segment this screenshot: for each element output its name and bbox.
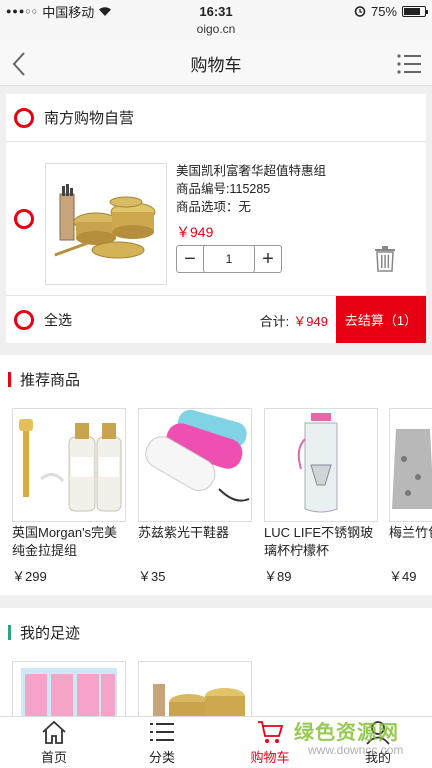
increase-button[interactable]: +	[255, 246, 281, 272]
tab-label: 首页	[40, 750, 67, 765]
menu-icon[interactable]	[396, 52, 422, 76]
total-summary: 合计: ￥949	[260, 311, 328, 330]
tab-home[interactable]: 首页	[0, 717, 108, 768]
product-image[interactable]	[264, 408, 378, 522]
item-info: 美国凯利富奢华超值特惠组 商品编号:115285 商品选项：无	[176, 162, 326, 216]
trash-icon[interactable]	[374, 246, 396, 272]
status-bar: ●●●○○ 中国移动 16:31 75%	[0, 0, 432, 22]
product-card[interactable]: 梅兰竹包方套 ￥49	[389, 408, 432, 585]
item-title[interactable]: 美国凯利富奢华超值特惠组	[176, 162, 326, 180]
tab-mine[interactable]: 我的	[324, 717, 432, 768]
clock: 16:31	[199, 3, 233, 19]
product-name: 苏兹紫光干鞋器	[138, 525, 230, 540]
decrease-button[interactable]: −	[177, 246, 203, 272]
home-icon	[42, 720, 66, 744]
shop-select-radio[interactable]	[14, 107, 34, 128]
footprint-section: 我的足迹	[0, 608, 432, 718]
cart-item: 美国凯利富奢华超值特惠组 商品编号:115285 商品选项：无 ￥949 − 1…	[6, 142, 426, 296]
product-price: ￥299	[12, 569, 47, 584]
quantity-input[interactable]: 1	[203, 245, 255, 273]
product-name: 英国Morgan's完美纯金拉提组	[12, 525, 118, 558]
section-bar	[8, 624, 11, 640]
tab-label: 购物车	[250, 750, 290, 765]
page-title: 购物车	[190, 56, 242, 75]
product-card[interactable]: 苏兹紫光干鞋器 ￥35	[138, 408, 252, 585]
product-name: 梅兰竹包方套	[389, 525, 432, 540]
recommend-section: 推荐商品 英国Morgan's完美纯金拉提组 ￥299 苏兹紫光干鞋器 ￥35 …	[0, 355, 432, 595]
item-code: 商品编号:115285	[176, 182, 271, 196]
product-image[interactable]	[12, 408, 126, 522]
footprint-item[interactable]	[138, 661, 252, 718]
battery-icon	[402, 5, 428, 17]
nav-bar: 购物车	[0, 42, 432, 86]
total-label: 合计:	[259, 314, 290, 329]
checkout-button[interactable]: 去结算（1）	[336, 296, 426, 343]
tab-label: 分类	[148, 750, 175, 765]
select-all-radio[interactable]	[14, 309, 34, 330]
total-row: 全选 合计: ￥949 去结算（1）	[6, 296, 426, 343]
tab-bar: 首页 分类 购物车 我的	[0, 716, 432, 768]
tab-category[interactable]: 分类	[108, 717, 216, 768]
footprint-item[interactable]	[12, 661, 126, 718]
shop-name[interactable]: 南方购物自营	[44, 107, 134, 128]
cart-panel: 南方购物自营 美国凯利富奢华超值特惠组 商品编号:115285 商品选项：无 ￥…	[6, 94, 426, 343]
item-image[interactable]	[45, 163, 167, 285]
item-select-radio[interactable]	[14, 209, 34, 229]
footprint-title: 我的足迹	[20, 624, 81, 642]
product-card[interactable]: 英国Morgan's完美纯金拉提组 ￥299	[12, 408, 126, 585]
product-price: ￥89	[264, 569, 292, 584]
select-all-label[interactable]: 全选	[44, 310, 72, 330]
recommend-header: 推荐商品	[0, 355, 432, 403]
url-bar[interactable]: oigo.cn	[0, 22, 432, 42]
user-icon	[366, 721, 390, 745]
product-price: ￥35	[138, 569, 166, 584]
product-card[interactable]: LUC LIFE不锈钢玻璃杯柠檬杯 ￥89	[264, 408, 378, 585]
product-image[interactable]	[389, 408, 432, 522]
footprint-header: 我的足迹	[0, 608, 432, 656]
total-amount: ￥949	[293, 314, 328, 329]
item-option: 商品选项：无	[176, 200, 252, 214]
cart-icon	[258, 721, 284, 743]
tab-label: 我的	[364, 750, 391, 765]
shop-row: 南方购物自营	[6, 94, 426, 142]
back-icon[interactable]	[8, 50, 32, 78]
product-name: LUC LIFE不锈钢玻璃杯柠檬杯	[264, 525, 374, 558]
tab-cart[interactable]: 购物车	[216, 717, 324, 768]
product-price: ￥49	[389, 569, 417, 584]
product-image[interactable]	[138, 408, 252, 522]
list-icon	[150, 723, 174, 741]
quantity-stepper: − 1 +	[176, 245, 282, 273]
item-price: ￥949	[176, 224, 214, 240]
product-list: 英国Morgan's完美纯金拉提组 ￥299 苏兹紫光干鞋器 ￥35 LUC L…	[0, 403, 432, 593]
recommend-title: 推荐商品	[20, 371, 81, 389]
section-bar	[8, 371, 11, 387]
